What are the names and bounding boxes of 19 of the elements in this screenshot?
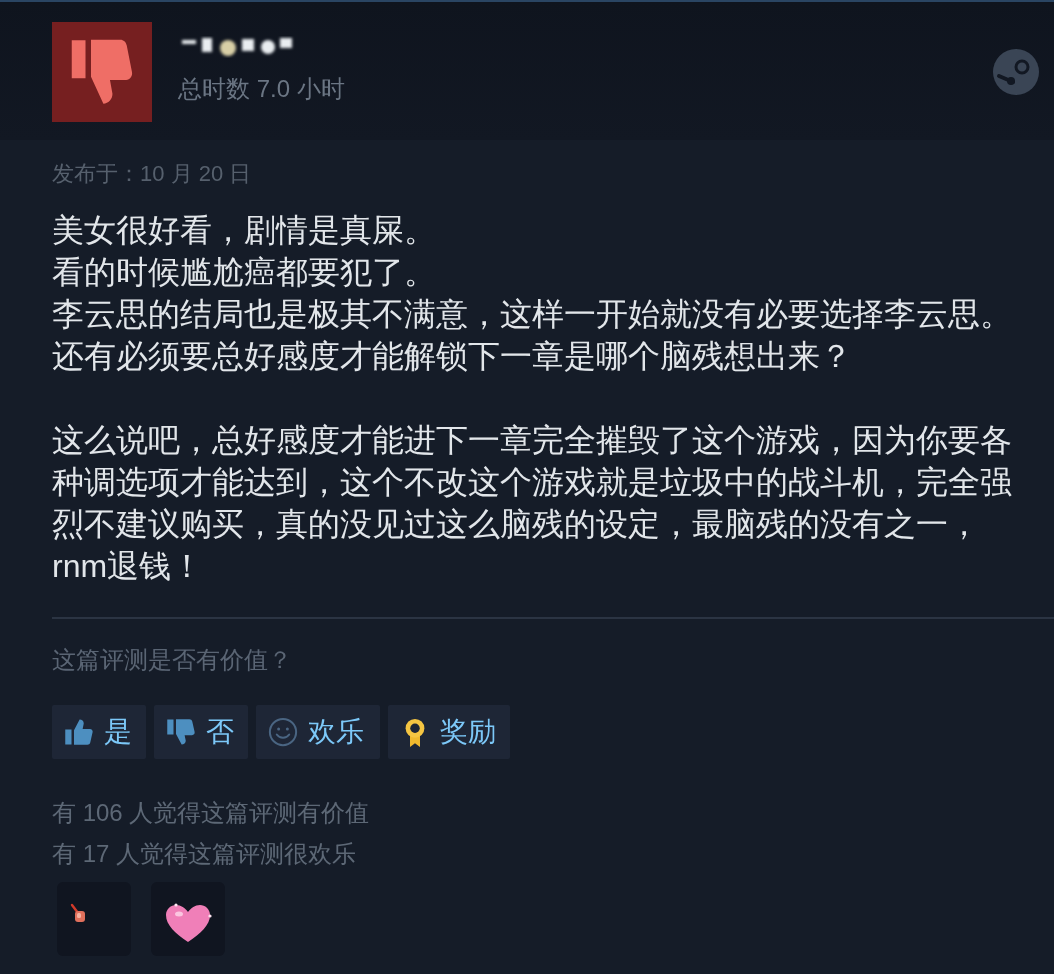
posted-date: 发布于：10 月 20 日 xyxy=(52,160,253,188)
thumbs-up-icon xyxy=(64,717,94,747)
review-sentence: 美女很好看，剧情是真屎。 xyxy=(52,211,437,250)
review-sentence: 李云思的结局也是极其不满意，这样一开始就没有必要选择李云思。 xyxy=(52,295,1013,334)
vote-count-text: 有 17 人觉得这篇评测很欢乐 xyxy=(52,839,358,869)
playtime-text: 总时数 7.0 小时 xyxy=(178,74,345,104)
yes-button[interactable]: 是 xyxy=(52,705,146,759)
logo-icon xyxy=(993,49,1039,95)
helpful-question: 这篇评测是否有价值？ xyxy=(52,645,293,675)
review-paragraph: 这么说吧，总好感度才能进下一章完全摧毁了这个游戏，因为你要各种调选项才能达到，这个不改这个游戏就是垃圾中的战斗机，完全强烈不建议购买，真的没见过这么脑残的设定，最脑残的没有之一，rnm退钱！ xyxy=(52,421,1013,586)
review-sentence: 还有必须要总好感度才能解锁下一章是哪个脑残想出来？ xyxy=(52,337,853,376)
review-sentence: 看的时候尴尬癌都要犯了。 xyxy=(52,253,437,292)
candle-icon xyxy=(57,882,131,956)
award-button[interactable]: 奖励 xyxy=(388,705,510,759)
no-button[interactable]: 否 xyxy=(154,705,248,759)
vote-count-text: 有 106 人觉得这篇评测有价值 xyxy=(52,798,371,828)
funny-button[interactable]: 欢乐 xyxy=(256,705,380,759)
smiley-icon xyxy=(268,717,298,747)
thumbs-down-icon xyxy=(166,717,196,747)
